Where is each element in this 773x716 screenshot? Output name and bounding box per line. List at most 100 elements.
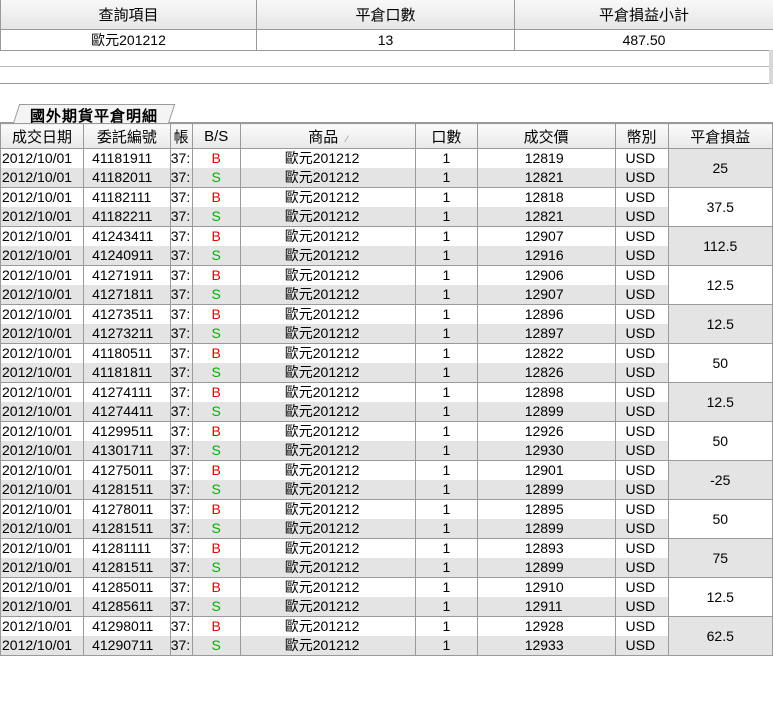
table-row[interactable]: 2012/10/01 41273511 37: B 歐元201212 1 12896 USD 1… — [0, 304, 773, 344]
cell-currency: USD — [614, 558, 669, 578]
cell-bs: S — [191, 441, 241, 461]
cell-account: 37: — [169, 168, 193, 188]
table-row[interactable]: 2012/10/01 41274411 37: S 歐元201212 1 12899 USD — [0, 402, 773, 422]
cell-date: 2012/10/01 — [0, 499, 85, 519]
cell-qty: 1 — [415, 226, 478, 246]
cell-date: 2012/10/01 — [0, 421, 85, 441]
cell-date: 2012/10/01 — [0, 246, 85, 266]
cell-currency: USD — [614, 480, 669, 500]
table-row[interactable]: 2012/10/01 41271811 37: S 歐元201212 1 12907 USD — [0, 285, 773, 305]
cell-close-pl: 112.5 — [667, 226, 773, 266]
cell-account: 37: — [169, 363, 193, 383]
cell-close-pl: 50 — [667, 343, 773, 383]
cell-account: 37: — [169, 616, 193, 636]
column-header-order-no[interactable]: 委託編號 — [83, 123, 171, 149]
summary-header-subtotal[interactable]: 平倉損益小計 — [514, 0, 773, 30]
column-header-pl[interactable]: 平倉損益 — [667, 123, 773, 149]
cell-account: 37: — [169, 421, 193, 441]
cell-product: 歐元201212 — [239, 207, 417, 227]
cell-price: 12930 — [476, 441, 616, 461]
cell-account: 37: — [169, 382, 193, 402]
table-row[interactable]: 2012/10/01 41243411 37: B 歐元201212 1 12907 USD 1… — [0, 226, 773, 266]
table-row[interactable]: 2012/10/01 41274111 37: B 歐元201212 1 12898 USD 1… — [0, 382, 773, 422]
table-row[interactable]: 2012/10/01 41271911 37: B 歐元201212 1 12906 USD 1… — [0, 265, 773, 305]
table-row[interactable]: 2012/10/01 41181911 37: B 歐元201212 1 12819 USD 2… — [0, 148, 773, 188]
cell-order-no: 41278011 — [83, 499, 171, 519]
cell-bs: B — [191, 577, 241, 597]
table-row[interactable]: 2012/10/01 41285011 37: B 歐元201212 1 12910 USD 1… — [0, 577, 773, 617]
cell-date: 2012/10/01 — [0, 558, 85, 578]
cell-product: 歐元201212 — [239, 597, 417, 617]
table-row[interactable]: 2012/10/01 41240911 37: S 歐元201212 1 12916 USD — [0, 246, 773, 266]
cell-bs: B — [191, 343, 241, 363]
table-row[interactable]: 2012/10/01 41281511 37: S 歐元201212 1 12899 USD — [0, 558, 773, 578]
table-row[interactable]: 2012/10/01 41298011 37: B 歐元201212 1 12928 USD 6… — [0, 616, 773, 656]
cell-currency: USD — [614, 421, 669, 441]
column-header-date[interactable]: 成交日期 — [0, 123, 85, 149]
cell-account: 37: — [169, 519, 193, 539]
table-row[interactable]: 2012/10/01 41281511 37: S 歐元201212 1 12899 USD — [0, 519, 773, 539]
summary-row[interactable]: 歐元201212 13 487.50 — [0, 28, 773, 51]
cell-qty: 1 — [415, 577, 478, 597]
cell-date: 2012/10/01 — [0, 382, 85, 402]
cell-bs: S — [191, 207, 241, 227]
cell-product: 歐元201212 — [239, 304, 417, 324]
detail-header-row: 成交日期 委託編號 帳 B/S 商品 ⁄ 口數 成交價 幣別 平倉損益 — [0, 123, 773, 149]
cell-price: 12928 — [476, 616, 616, 636]
summary-item-cell: 歐元201212 — [0, 28, 257, 51]
cell-currency: USD — [614, 265, 669, 285]
summary-header-item[interactable]: 查詢項目 — [0, 0, 257, 30]
cell-account: 37: — [169, 499, 193, 519]
table-row[interactable]: 2012/10/01 41182111 37: B 歐元201212 1 12818 USD 3… — [0, 187, 773, 227]
table-row[interactable]: 2012/10/01 41281111 37: B 歐元201212 1 12893 USD 7… — [0, 538, 773, 578]
cell-date: 2012/10/01 — [0, 207, 85, 227]
table-row[interactable]: 2012/10/01 41275011 37: B 歐元201212 1 12901 USD -… — [0, 460, 773, 500]
cell-qty: 1 — [415, 558, 478, 578]
cell-close-pl: 75 — [667, 538, 773, 578]
cell-order-no: 41301711 — [83, 441, 171, 461]
table-row[interactable]: 2012/10/01 41180511 37: B 歐元201212 1 12822 USD 5… — [0, 343, 773, 383]
table-row[interactable]: 2012/10/01 41278011 37: B 歐元201212 1 12895 USD 5… — [0, 499, 773, 539]
cell-account: 37: — [169, 460, 193, 480]
column-header-currency[interactable]: 幣別 — [614, 123, 669, 149]
cell-bs: B — [191, 226, 241, 246]
cell-price: 12818 — [476, 187, 616, 207]
cell-date: 2012/10/01 — [0, 480, 85, 500]
cell-date: 2012/10/01 — [0, 343, 85, 363]
cell-qty: 1 — [415, 421, 478, 441]
cell-order-no: 41274111 — [83, 382, 171, 402]
cell-currency: USD — [614, 343, 669, 363]
cell-product: 歐元201212 — [239, 636, 417, 656]
column-header-product[interactable]: 商品 ⁄ — [239, 123, 417, 149]
table-row[interactable]: 2012/10/01 41299511 37: B 歐元201212 1 12926 USD 5… — [0, 421, 773, 461]
summary-header-qty[interactable]: 平倉口數 — [256, 0, 515, 30]
table-row[interactable]: 2012/10/01 41182011 37: S 歐元201212 1 12821 USD — [0, 168, 773, 188]
table-row[interactable]: 2012/10/01 41181811 37: S 歐元201212 1 12826 USD — [0, 363, 773, 383]
column-header-qty[interactable]: 口數 — [415, 123, 478, 149]
cell-currency: USD — [614, 324, 669, 344]
column-header-price[interactable]: 成交價 — [476, 123, 616, 149]
table-row[interactable]: 2012/10/01 41273211 37: S 歐元201212 1 12897 USD — [0, 324, 773, 344]
column-header-account[interactable]: 帳 — [169, 123, 193, 149]
cell-qty: 1 — [415, 363, 478, 383]
table-row[interactable]: 2012/10/01 41281511 37: S 歐元201212 1 12899 USD — [0, 480, 773, 500]
cell-bs: S — [191, 519, 241, 539]
cell-order-no: 41273211 — [83, 324, 171, 344]
cell-bs: S — [191, 597, 241, 617]
cell-currency: USD — [614, 246, 669, 266]
cell-close-pl: 12.5 — [667, 304, 773, 344]
table-row[interactable]: 2012/10/01 41301711 37: S 歐元201212 1 12930 USD — [0, 441, 773, 461]
table-row[interactable]: 2012/10/01 41182211 37: S 歐元201212 1 12821 USD — [0, 207, 773, 227]
cell-price: 12910 — [476, 577, 616, 597]
cell-qty: 1 — [415, 324, 478, 344]
column-header-bs[interactable]: B/S — [191, 123, 241, 149]
table-row[interactable]: 2012/10/01 41285611 37: S 歐元201212 1 12911 USD — [0, 597, 773, 617]
table-row[interactable]: 2012/10/01 41290711 37: S 歐元201212 1 12933 USD — [0, 636, 773, 656]
summary-header-row: 查詢項目 平倉口數 平倉損益小計 — [0, 0, 773, 30]
cell-product: 歐元201212 — [239, 382, 417, 402]
cell-price: 12896 — [476, 304, 616, 324]
cell-currency: USD — [614, 382, 669, 402]
cell-product: 歐元201212 — [239, 343, 417, 363]
cell-product: 歐元201212 — [239, 538, 417, 558]
cell-price: 12893 — [476, 538, 616, 558]
